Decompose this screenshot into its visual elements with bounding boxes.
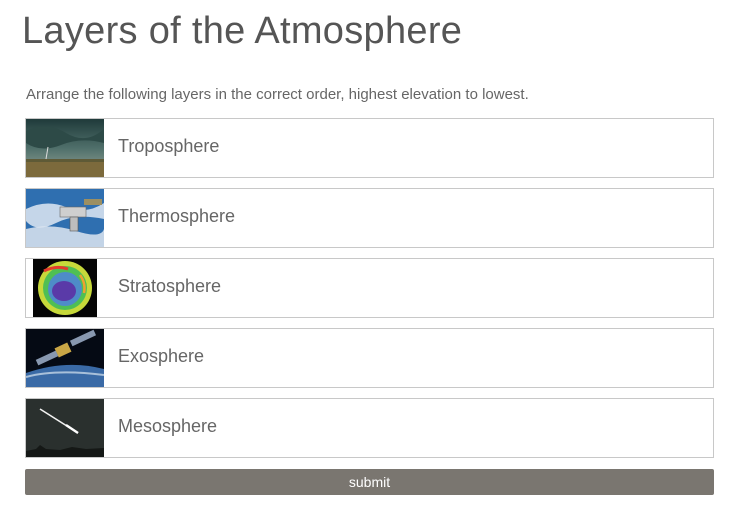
layer-label: Stratosphere: [118, 276, 222, 296]
meteor-image: [26, 399, 104, 457]
layer-item-mesosphere[interactable]: Mesosphere: [25, 398, 714, 458]
submit-button[interactable]: submit: [25, 469, 714, 495]
page-title: Layers of the Atmosphere: [22, 10, 463, 52]
instructions-text: Arrange the following layers in the corr…: [26, 86, 529, 103]
sortable-layer-list: Troposphere Thermosphere Stratosphere Ex…: [25, 118, 714, 468]
layer-item-stratosphere[interactable]: Stratosphere: [25, 258, 714, 318]
layer-item-troposphere[interactable]: Troposphere: [25, 118, 714, 178]
layer-label: Thermosphere: [118, 206, 236, 226]
storm-clouds-image: [26, 119, 104, 177]
satellite-image: [26, 329, 104, 387]
ozone-hole-image: [26, 259, 104, 317]
layer-item-thermosphere[interactable]: Thermosphere: [25, 188, 714, 248]
layer-label: Mesosphere: [118, 416, 218, 436]
layer-label: Troposphere: [118, 136, 220, 156]
layer-item-exosphere[interactable]: Exosphere: [25, 328, 714, 388]
layer-label: Exosphere: [118, 346, 205, 366]
space-station-image: [26, 189, 104, 247]
